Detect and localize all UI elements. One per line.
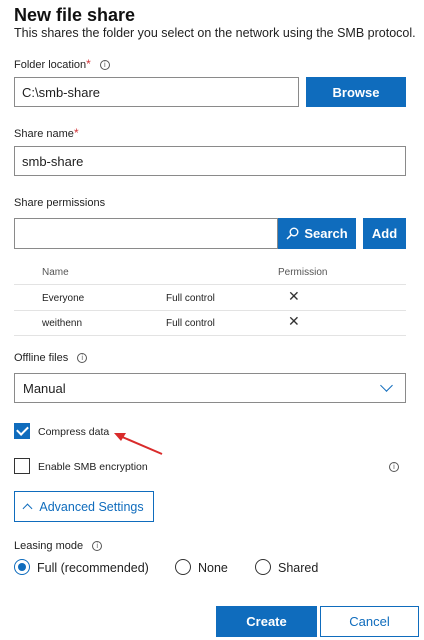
table-cell-permission: Full control — [166, 318, 215, 329]
add-button[interactable]: Add — [363, 218, 406, 249]
advanced-settings-label: Advanced Settings — [39, 499, 144, 514]
folder-location-label-group: Folder location* i — [14, 57, 110, 71]
table-cell-permission: Full control — [166, 293, 215, 304]
remove-icon[interactable]: ✕ — [288, 314, 300, 330]
page-title: New file share — [14, 5, 136, 25]
offline-files-selected: Manual — [23, 380, 66, 396]
page-subtitle: This shares the folder you select on the… — [14, 26, 416, 40]
offline-files-label: Offline files — [14, 352, 69, 364]
folder-location-label: Folder location — [14, 59, 87, 71]
info-icon[interactable]: i — [92, 541, 103, 552]
cancel-button[interactable]: Cancel — [320, 606, 419, 637]
compress-data-label: Compress data — [38, 426, 110, 438]
share-permissions-label: Share permissions — [14, 197, 106, 209]
table-cell-name: weithenn — [42, 318, 83, 329]
compress-data-checkbox[interactable] — [14, 423, 30, 439]
smb-encryption-checkbox[interactable] — [14, 458, 30, 474]
search-button-label: Search — [304, 226, 348, 241]
table-divider — [14, 335, 406, 336]
radio-full-label: Full (recommended) — [37, 561, 149, 575]
share-name-label-group: Share name* — [14, 126, 79, 140]
create-button[interactable]: Create — [216, 606, 317, 637]
info-icon[interactable]: i — [389, 462, 399, 472]
table-divider — [14, 310, 406, 311]
radio-full[interactable] — [14, 559, 30, 575]
search-icon — [286, 227, 299, 240]
search-button[interactable]: Search — [278, 218, 356, 249]
offline-files-dropdown[interactable]: Manual — [14, 373, 406, 403]
table-cell-name: Everyone — [42, 293, 85, 304]
info-icon[interactable]: i — [99, 60, 110, 71]
advanced-settings-button[interactable]: Advanced Settings — [14, 491, 154, 522]
browse-button[interactable]: Browse — [306, 77, 406, 107]
radio-none-label: None — [198, 561, 228, 575]
permissions-search-input[interactable] — [14, 218, 278, 249]
radio-shared[interactable] — [255, 559, 271, 575]
column-header-permission: Permission — [278, 267, 328, 278]
chevron-down-icon — [380, 379, 393, 392]
leasing-mode-label: Leasing mode — [14, 540, 84, 552]
radio-shared-label: Shared — [278, 561, 319, 575]
annotation-arrow-icon — [114, 433, 163, 455]
table-divider — [14, 284, 406, 285]
leasing-mode-label-group: Leasing mode i — [14, 540, 103, 552]
column-header-name: Name — [42, 267, 69, 278]
required-mark: * — [73, 126, 79, 140]
radio-none[interactable] — [175, 559, 191, 575]
info-icon[interactable]: i — [77, 353, 88, 364]
remove-icon[interactable]: ✕ — [288, 289, 300, 305]
share-name-label: Share name — [14, 128, 74, 140]
offline-files-label-group: Offline files i — [14, 352, 88, 364]
folder-location-input[interactable]: C:\smb-share — [14, 77, 299, 107]
chevron-up-icon — [22, 503, 33, 514]
smb-encryption-label: Enable SMB encryption — [38, 461, 148, 473]
share-name-input[interactable]: smb-share — [14, 146, 406, 176]
required-mark: * — [86, 57, 91, 71]
